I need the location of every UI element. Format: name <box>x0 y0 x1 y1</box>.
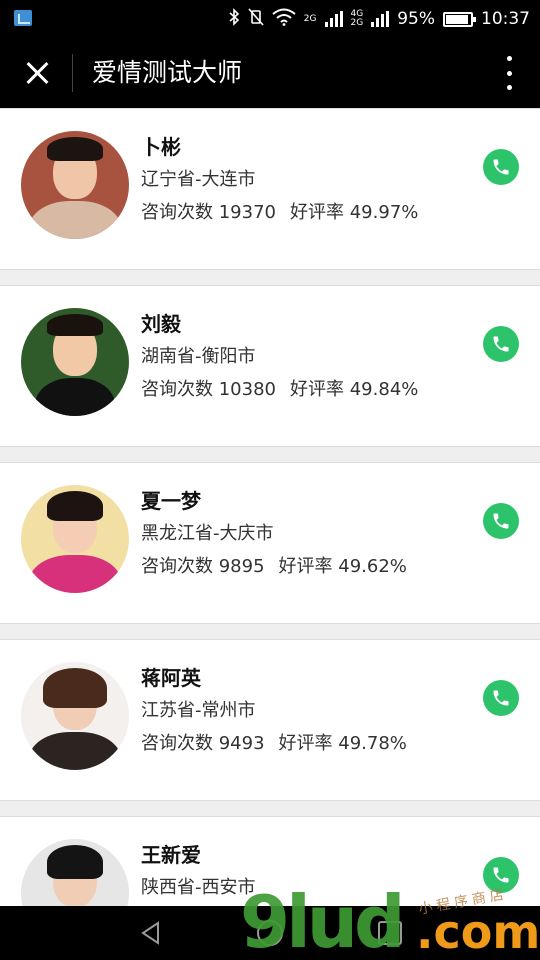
consultant-location: 辽宁省-大连市 <box>141 169 256 190</box>
consultant-name: 卜彬 <box>141 135 181 159</box>
avatar <box>21 131 129 239</box>
app-header: 爱情测试大师 <box>0 38 540 108</box>
consult-count-label: 咨询次数 <box>141 379 213 400</box>
recent-apps-icon[interactable] <box>378 921 402 945</box>
phone-call-button[interactable] <box>483 680 519 716</box>
rating-label: 好评率 <box>278 556 333 577</box>
rating-label: 好评率 <box>278 733 333 754</box>
close-icon[interactable] <box>20 56 54 90</box>
clock: 10:37 <box>481 9 530 29</box>
vibrate-mute-icon <box>248 7 264 31</box>
rating-value: 49.84% <box>349 379 419 400</box>
consultant-card[interactable]: 刘毅 湖南省-衡阳市 咨询次数 10380 好评率 49.84% <box>0 285 540 447</box>
signal-strength-icon-2 <box>371 11 390 27</box>
consultant-stats: 咨询次数 9895 好评率 49.62% <box>141 554 407 580</box>
status-bar: 2G 4G 2G 95% 10:37 <box>0 0 540 38</box>
consultant-location: 湖南省-衡阳市 <box>141 346 256 367</box>
consultant-stats: 咨询次数 10380 好评率 49.84% <box>141 377 418 403</box>
consult-count-label: 咨询次数 <box>141 556 213 577</box>
system-nav-bar <box>0 906 540 960</box>
phone-icon <box>493 159 509 175</box>
phone-call-button[interactable] <box>483 326 519 362</box>
consultant-stats: 咨询次数 9493 好评率 49.78% <box>141 731 407 757</box>
rating-label: 好评率 <box>290 379 344 400</box>
rating-value: 49.97% <box>349 202 419 223</box>
consult-count-label: 咨询次数 <box>141 202 213 223</box>
consult-count: 19370 <box>218 202 276 223</box>
consultant-location: 陕西省-西安市 <box>141 877 256 898</box>
consult-count-label: 咨询次数 <box>141 733 213 754</box>
signal-strength-icon <box>324 11 343 27</box>
network-type-label-2: 4G 2G <box>350 9 364 28</box>
status-indicators: 2G 4G 2G 95% 10:37 <box>228 0 530 38</box>
consult-count: 9493 <box>218 733 265 754</box>
wifi-icon <box>272 8 296 31</box>
home-icon[interactable] <box>257 920 283 946</box>
rating-label: 好评率 <box>290 202 344 223</box>
phone-call-button[interactable] <box>483 503 519 539</box>
consultant-name: 夏一梦 <box>141 489 201 513</box>
battery-icon <box>443 11 476 27</box>
phone-icon <box>493 336 509 352</box>
phone-call-button[interactable] <box>483 857 519 893</box>
rating-value: 49.62% <box>338 556 407 577</box>
phone-call-button[interactable] <box>483 149 519 185</box>
rating-value: 49.78% <box>338 733 407 754</box>
consultant-name: 王新爱 <box>141 843 201 867</box>
consultant-location: 江苏省-常州市 <box>141 700 256 721</box>
more-options-icon[interactable] <box>504 56 514 90</box>
consult-count: 9895 <box>218 556 265 577</box>
back-icon[interactable] <box>138 920 164 946</box>
phone-icon <box>493 513 509 529</box>
battery-percent: 95% <box>397 9 435 29</box>
avatar <box>21 662 129 770</box>
network-type-label: 2G <box>303 13 317 24</box>
consultant-card[interactable]: 夏一梦 黑龙江省-大庆市 咨询次数 9895 好评率 49.62% <box>0 462 540 624</box>
phone-icon <box>493 867 509 883</box>
gallery-notification-icon <box>14 10 32 26</box>
consultant-name: 刘毅 <box>141 312 181 336</box>
consultant-name: 蒋阿英 <box>141 666 201 690</box>
avatar <box>21 308 129 416</box>
consultant-location: 黑龙江省-大庆市 <box>141 523 274 544</box>
consultant-card[interactable]: 卜彬 辽宁省-大连市 咨询次数 19370 好评率 49.97% <box>0 108 540 270</box>
consultant-card[interactable]: 蒋阿英 江苏省-常州市 咨询次数 9493 好评率 49.78% <box>0 639 540 801</box>
consult-count: 10380 <box>218 379 276 400</box>
avatar <box>21 485 129 593</box>
consultant-stats: 咨询次数 19370 好评率 49.97% <box>141 200 418 226</box>
bluetooth-icon <box>228 7 240 31</box>
phone-icon <box>493 690 509 706</box>
page-title: 爱情测试大师 <box>92 58 243 87</box>
header-divider <box>72 54 73 92</box>
